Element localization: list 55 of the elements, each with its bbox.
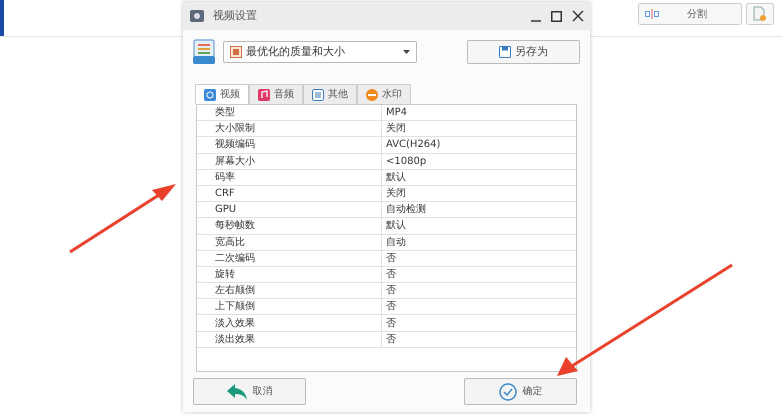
tab[interactable]: 其他 xyxy=(303,84,357,104)
tab[interactable]: 视频 xyxy=(195,84,249,104)
table-cell: 码率 xyxy=(197,170,382,185)
sidebar-edge xyxy=(0,0,4,36)
table-cell: 二次编码 xyxy=(197,250,382,266)
split-button[interactable]: 分割 xyxy=(638,3,742,25)
ok-button[interactable]: 确定 xyxy=(464,378,577,405)
split-icon xyxy=(645,9,659,19)
table-cell-text: 自动检测 xyxy=(385,202,427,218)
table-cell: 旋转 xyxy=(197,266,382,282)
close-icon[interactable] xyxy=(572,10,584,22)
table-cell-text: <1080p xyxy=(385,154,428,169)
back-arrow-icon xyxy=(226,384,246,400)
caret-icon xyxy=(403,50,410,54)
table-cell: GPU xyxy=(197,202,382,218)
preset-list-icon xyxy=(193,39,215,65)
table-cell-text: MP4 xyxy=(385,106,408,120)
document-icon xyxy=(753,6,767,22)
table-cell-text: AVC(H264) xyxy=(385,138,442,152)
table-cell-text: 自动 xyxy=(385,236,407,250)
check-circle-icon xyxy=(498,382,516,400)
table-cell: 宽高比 xyxy=(197,234,382,250)
table-cell: 类型 xyxy=(197,105,382,120)
film-icon xyxy=(230,46,242,58)
table-cell: CRF xyxy=(197,186,382,202)
table-cell: 左右颠倒 xyxy=(197,283,382,298)
table-cell-text: 否 xyxy=(385,252,397,266)
cancel-button[interactable]: 取消 xyxy=(193,378,306,405)
music-note-icon xyxy=(258,88,270,100)
table-cell: 淡出效果 xyxy=(197,332,382,347)
table-cell-text: 默认 xyxy=(385,219,407,234)
table-cell: 淡入效果 xyxy=(197,315,382,331)
tab[interactable]: 音频 xyxy=(249,84,303,104)
table-cell-text: 关闭 xyxy=(385,186,407,202)
stop-sign-icon xyxy=(366,88,378,100)
table-cell-text: 否 xyxy=(385,268,397,282)
disc-icon xyxy=(204,88,216,100)
table-cell: 视频编码 xyxy=(197,137,382,153)
tab[interactable]: 水印 xyxy=(357,84,411,104)
table-cell: 上下颠倒 xyxy=(197,299,382,314)
maximize-icon[interactable] xyxy=(551,10,562,22)
table-cell-text: 否 xyxy=(385,300,397,314)
save-as-button[interactable]: 另存为 xyxy=(467,40,580,64)
table-cell-text: 否 xyxy=(385,332,397,347)
table-cell-text: 否 xyxy=(385,284,397,298)
preset-dropdown[interactable]: 最优化的质量和大小 xyxy=(223,41,417,63)
table-cell-text: 关闭 xyxy=(385,122,407,136)
table-cell: 屏幕大小 xyxy=(197,154,382,169)
table-cell: 每秒帧数 xyxy=(197,218,382,234)
table-cell-text: 默认 xyxy=(385,170,407,185)
table-cell-text: 否 xyxy=(385,316,397,331)
app-icon xyxy=(189,8,205,24)
window-title: 视频设置 xyxy=(213,8,258,24)
table-cell: 大小限制 xyxy=(197,121,382,136)
list-icon xyxy=(312,88,324,100)
